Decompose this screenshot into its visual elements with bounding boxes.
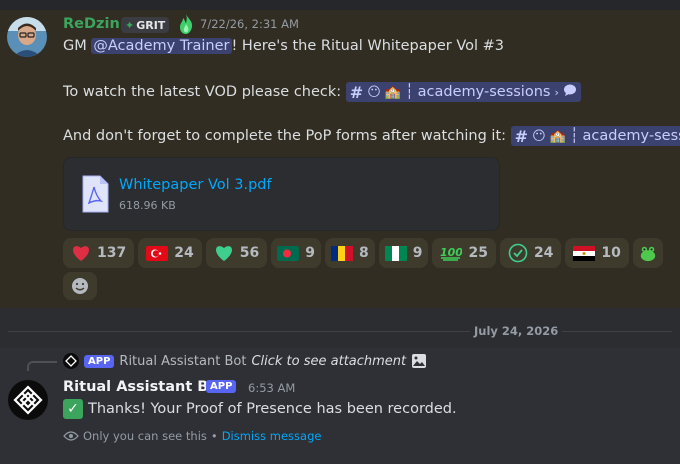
role-mention[interactable]: @Academy Trainer bbox=[91, 38, 232, 54]
reaction-count: 24 bbox=[174, 245, 194, 261]
reaction-green-heart[interactable]: 56 bbox=[205, 238, 268, 268]
bot-message-text: Thanks! Your Proof of Presence has been … bbox=[88, 401, 457, 417]
reply-connector bbox=[27, 361, 57, 371]
reaction-count: 24 bbox=[533, 245, 554, 261]
flame-icon bbox=[180, 14, 193, 34]
face-emoji-icon: 😶 bbox=[367, 84, 381, 100]
flag-romania-icon bbox=[330, 245, 353, 261]
reaction-count: 9 bbox=[412, 245, 423, 261]
reaction-count: 9 bbox=[305, 245, 315, 261]
text-segment: To watch the latest VOD please check: bbox=[63, 84, 342, 100]
pipe-separator: ┆ bbox=[404, 84, 414, 100]
ephemeral-note: Only you can see this • Dismiss message bbox=[63, 429, 321, 443]
face-emoji-icon: 😶 bbox=[532, 128, 546, 144]
check-circle-icon bbox=[508, 243, 528, 263]
frog-emoji-icon bbox=[640, 246, 656, 262]
ephemeral-text: Only you can see this bbox=[83, 429, 207, 443]
guild-tag-label: GRIT bbox=[136, 18, 166, 32]
school-emoji-icon: 🏫 bbox=[549, 128, 566, 144]
bot-message-content: ✓ Thanks! Your Proof of Presence has bee… bbox=[63, 399, 457, 419]
pipe-separator: ┆ bbox=[569, 128, 579, 144]
bot-avatar-small-icon bbox=[63, 353, 79, 369]
top-strip bbox=[0, 0, 680, 10]
message-line-1: GM @Academy Trainer! Here's the Ritual W… bbox=[63, 38, 504, 54]
hash-icon: # bbox=[514, 126, 529, 146]
message-timestamp[interactable]: 7/22/26, 2:31 AM bbox=[200, 17, 299, 31]
username[interactable]: ReDzin bbox=[63, 16, 120, 32]
image-icon bbox=[412, 354, 427, 368]
reply-author: Ritual Assistant Bot bbox=[119, 353, 247, 369]
reaction-count: 10 bbox=[601, 245, 621, 261]
hash-icon: # bbox=[349, 82, 364, 102]
flag-bangladesh-icon bbox=[277, 245, 300, 261]
reaction-count: 137 bbox=[97, 245, 127, 261]
text-segment: ! Here's the Ritual Whitepaper Vol #3 bbox=[231, 38, 505, 54]
ritual-logo-icon bbox=[13, 385, 43, 415]
message-timestamp[interactable]: 6:53 AM bbox=[248, 381, 295, 395]
eye-icon bbox=[63, 431, 79, 441]
reaction-count: 56 bbox=[239, 245, 260, 261]
chevron-right-icon: › bbox=[554, 85, 559, 99]
channel-link-academy-session[interactable]: # 😶 🏫 ┆ academy-session bbox=[510, 126, 680, 146]
reaction-flag-nigeria[interactable]: 9 bbox=[378, 238, 429, 268]
diamond-icon: ✦ bbox=[125, 18, 135, 32]
pdf-file-icon bbox=[82, 175, 109, 213]
reply-reference[interactable]: APP Ritual Assistant Bot Click to see at… bbox=[63, 353, 427, 369]
reaction-check-circle[interactable]: 24 bbox=[499, 238, 562, 268]
green-heart-icon bbox=[215, 246, 232, 261]
add-reaction-button[interactable] bbox=[63, 272, 97, 300]
reaction-count: 8 bbox=[358, 245, 369, 261]
reply-preview: Click to see attachment bbox=[251, 353, 407, 369]
reaction-red-heart[interactable]: 137 bbox=[63, 238, 135, 268]
red-heart-icon bbox=[73, 246, 89, 261]
reaction-hundred-points[interactable]: 100 25 bbox=[432, 238, 496, 268]
svg-text:100: 100 bbox=[440, 246, 462, 259]
channel-link-academy-sessions[interactable]: # 😶 🏫 ┆ academy-sessions › bbox=[345, 82, 581, 102]
message-line-3: And don't forget to complete the PoP for… bbox=[63, 126, 680, 146]
app-badge: APP bbox=[84, 354, 115, 368]
bot-avatar[interactable] bbox=[8, 380, 48, 420]
text-segment: And don't forget to complete the PoP for… bbox=[63, 128, 507, 144]
channel-name: academy-session bbox=[582, 128, 680, 144]
reaction-flag-bangladesh[interactable]: 9 bbox=[271, 238, 321, 268]
attachment-filesize: 618.96 KB bbox=[119, 199, 176, 212]
file-attachment[interactable]: Whitepaper Vol 3.pdf 618.96 KB bbox=[63, 157, 500, 231]
reaction-frog-partial[interactable] bbox=[632, 238, 663, 268]
reaction-flag-egypt[interactable]: 10 bbox=[565, 238, 629, 268]
reaction-bar: 137 24 56 9 8 9 100 25 24 10 bbox=[63, 238, 663, 268]
school-emoji-icon: 🏫 bbox=[384, 84, 401, 100]
flag-nigeria-icon bbox=[384, 245, 407, 261]
flag-turkey-icon bbox=[146, 245, 169, 261]
channel-name: academy-sessions bbox=[417, 84, 551, 100]
user-avatar[interactable] bbox=[7, 17, 47, 57]
check-mark-icon: ✓ bbox=[63, 399, 83, 419]
speech-bubble-icon bbox=[563, 83, 577, 101]
text-segment: GM bbox=[63, 38, 92, 54]
reaction-count: 25 bbox=[468, 245, 488, 261]
attachment-filename[interactable]: Whitepaper Vol 3.pdf bbox=[119, 177, 272, 193]
date-divider-line bbox=[8, 331, 672, 332]
app-badge: APP bbox=[206, 380, 237, 393]
flag-egypt-icon bbox=[573, 245, 596, 261]
guild-tag[interactable]: ✦ GRIT bbox=[121, 17, 170, 33]
separator: • bbox=[210, 429, 218, 443]
hundred-points-icon: 100 bbox=[440, 246, 462, 261]
date-divider-label: July 24, 2026 bbox=[470, 324, 563, 338]
dismiss-message-link[interactable]: Dismiss message bbox=[222, 429, 322, 443]
reaction-flag-romania[interactable]: 8 bbox=[324, 238, 375, 268]
message-line-2: To watch the latest VOD please check: # … bbox=[63, 82, 581, 102]
bot-username[interactable]: Ritual Assistant Bot bbox=[63, 379, 225, 395]
smile-icon bbox=[72, 278, 88, 294]
reaction-flag-turkey[interactable]: 24 bbox=[138, 238, 202, 268]
